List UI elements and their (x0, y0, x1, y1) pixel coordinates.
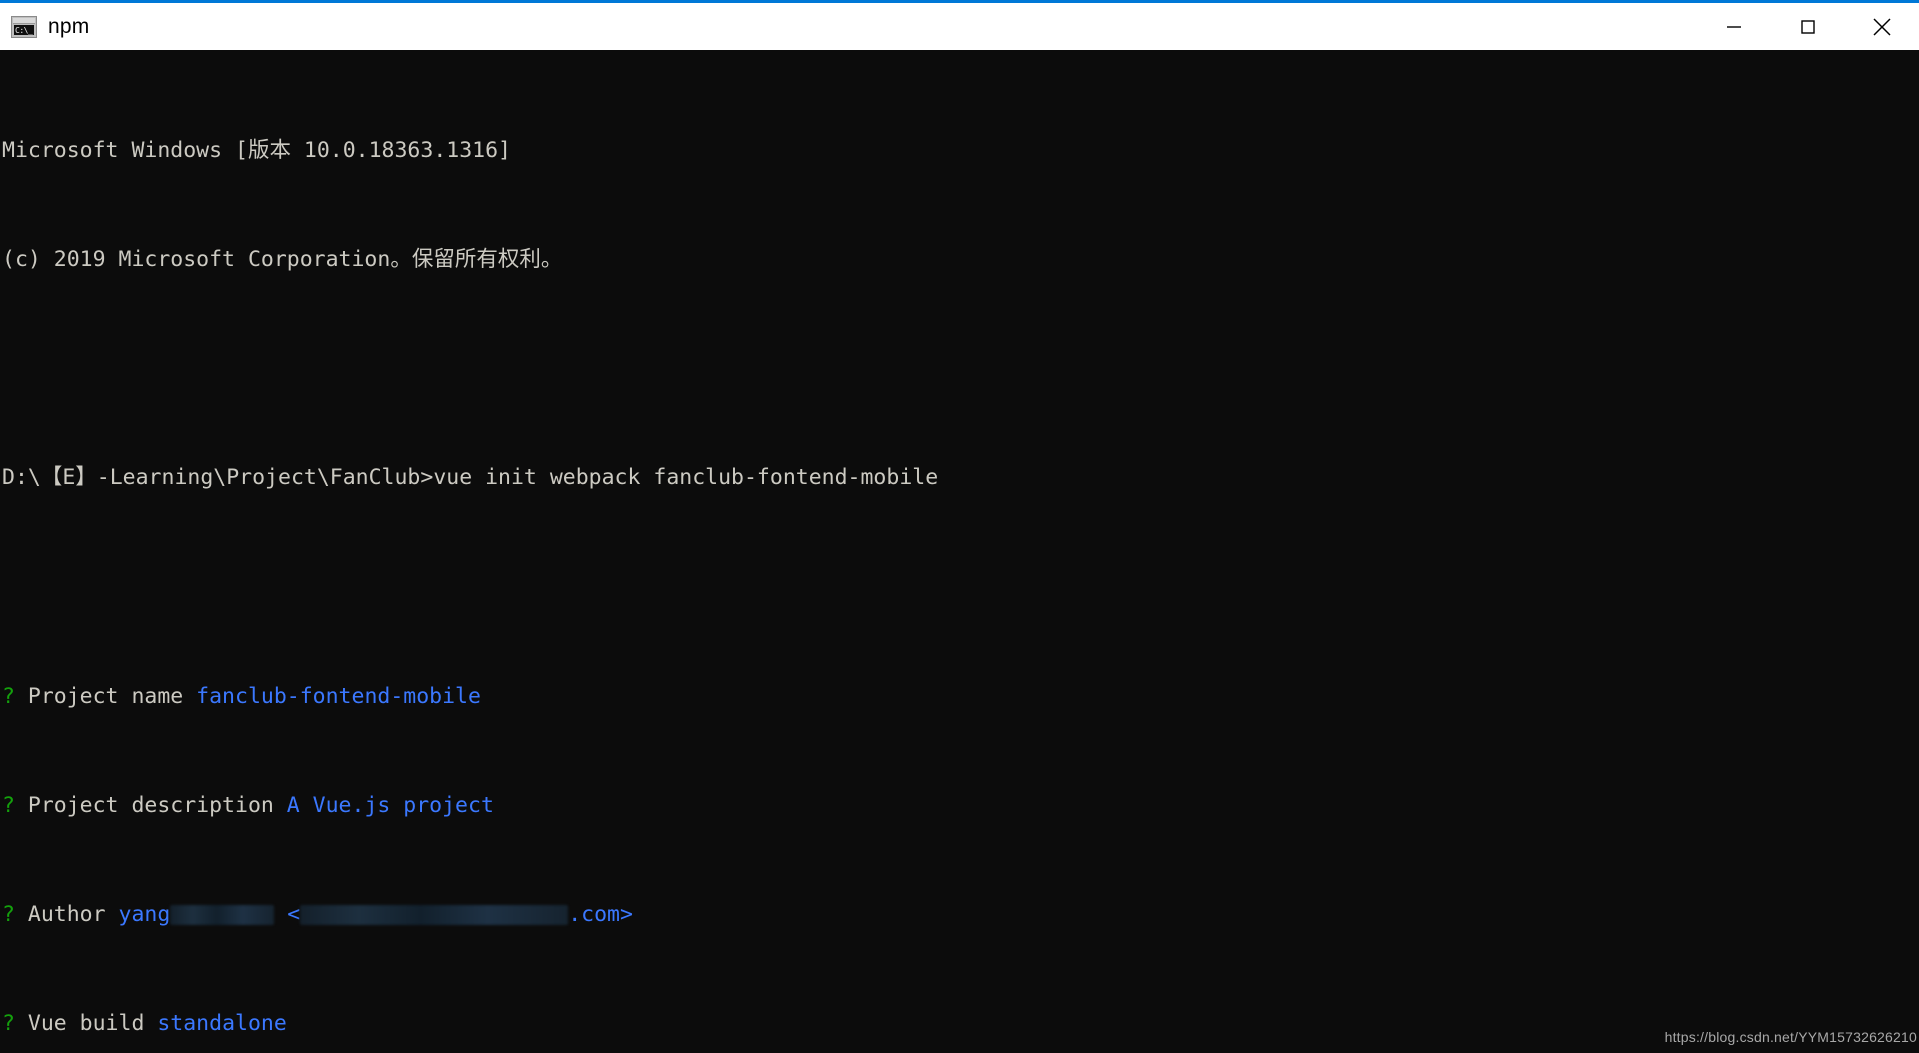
project-name-label: Project name (14, 683, 197, 709)
title-bar: C:\_ npm (0, 0, 1919, 50)
vue-build-value: standalone (157, 1011, 287, 1037)
project-description-value: A Vue.js project (286, 793, 494, 819)
project-description-label: Project description (14, 793, 287, 819)
prompt-vue-build: ? Vue build standalone (2, 1010, 1919, 1037)
question-mark-icon: ? (2, 793, 15, 819)
maximize-icon (1801, 19, 1815, 34)
command-text: vue init webpack fanclub-fontend-mobile (433, 465, 939, 491)
author-name-value: yang (118, 902, 171, 928)
prompt-path: D:\【E】-Learning\Project\FanClub> (2, 465, 434, 491)
prompt-project-description: ? Project description A Vue.js project (2, 792, 1919, 819)
question-mark-icon: ? (2, 902, 15, 928)
author-email-open: < (274, 902, 301, 928)
console-line-command: D:\【E】-Learning\Project\FanClub>vue init… (2, 464, 1919, 491)
author-email-close: .com> (568, 902, 633, 928)
console-blank-2 (2, 574, 1919, 601)
minimize-button[interactable] (1697, 3, 1771, 50)
os-version-text: Microsoft Windows [版本 10.0.18363.1316] (2, 137, 511, 163)
prompt-author: ? Author yang < .com> (2, 901, 1919, 928)
console-output[interactable]: Microsoft Windows [版本 10.0.18363.1316] (… (0, 50, 1919, 1053)
maximize-button[interactable] (1771, 3, 1845, 50)
prompt-project-name: ? Project name fanclub-fontend-mobile (2, 683, 1919, 710)
window-title: npm (48, 14, 90, 38)
redaction-block-email (300, 905, 569, 926)
question-mark-icon: ? (2, 683, 15, 709)
question-mark-icon: ? (2, 1011, 15, 1037)
close-button[interactable] (1845, 3, 1919, 50)
console-line-copyright: (c) 2019 Microsoft Corporation。保留所有权利。 (2, 246, 1919, 273)
author-label: Author (14, 902, 119, 928)
watermark: https://blog.csdn.net/YYM15732626210 (1664, 1023, 1917, 1051)
npm-console-window: C:\_ npm Microsoft Windows [版本 10.0.1836… (0, 0, 1919, 1053)
project-name-value: fanclub-fontend-mobile (196, 683, 481, 709)
console-line-os-version: Microsoft Windows [版本 10.0.18363.1316] (2, 137, 1919, 164)
redaction-block-name (170, 905, 275, 926)
vue-build-label: Vue build (14, 1011, 158, 1037)
title-bar-left: C:\_ npm (0, 15, 89, 39)
console-blank-1 (2, 355, 1919, 382)
window-controls (1697, 3, 1919, 50)
minimize-icon (1727, 25, 1741, 28)
copyright-text: (c) 2019 Microsoft Corporation。保留所有权利。 (2, 247, 563, 273)
console-icon: C:\_ (11, 15, 37, 38)
close-icon (1873, 17, 1891, 36)
